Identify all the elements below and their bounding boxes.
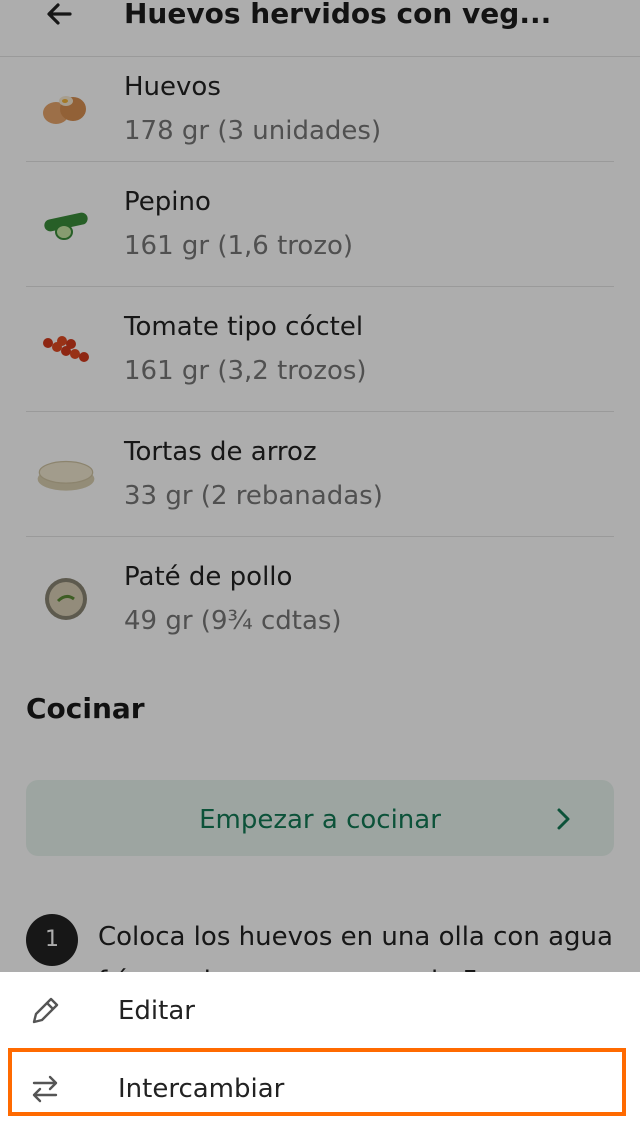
edit-option[interactable]: Editar	[0, 972, 640, 1048]
modal-scrim[interactable]	[0, 0, 640, 1125]
highlight-box	[8, 1048, 626, 1116]
pencil-icon	[32, 997, 59, 1024]
bottom-sheet: Editar Intercambiar	[0, 972, 640, 1125]
edit-label: Editar	[118, 996, 195, 1026]
